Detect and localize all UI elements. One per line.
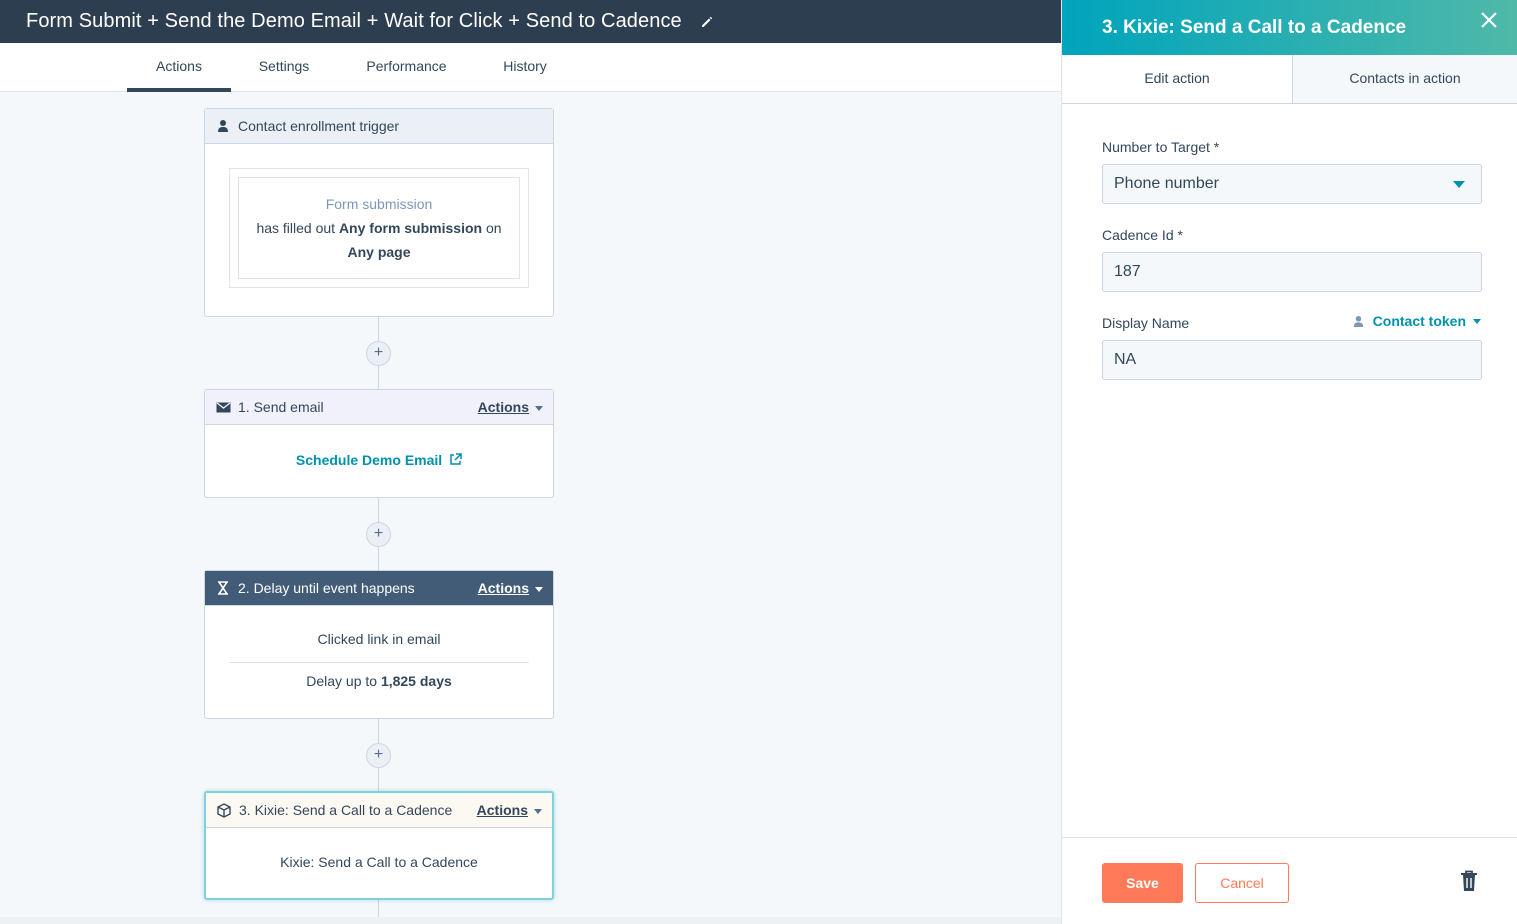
add-action-button[interactable]: + [366,522,391,547]
card-header: 2. Delay until event happens Actions [205,571,553,606]
caret-down-icon [534,808,542,814]
filter-line-2: Any page [249,240,509,264]
tab-actions[interactable]: Actions [127,43,231,92]
filter-value: Any page [347,244,411,260]
card-body: Clicked link in email Delay up to 1,825 … [205,606,553,689]
email-link[interactable]: Schedule Demo Email [296,452,462,468]
workflow-header: Form Submit + Send the Demo Email + Wait… [0,0,1061,43]
contact-icon [215,118,231,134]
divider [229,662,529,663]
add-action-button[interactable]: + [366,341,391,366]
tab-history[interactable]: History [491,43,559,92]
delay-value: 1,825 days [380,673,452,689]
contact-icon [1353,315,1363,327]
send-email-card[interactable]: 1. Send email Actions Schedule Demo Emai… [204,389,554,498]
number-to-target-select[interactable]: Phone number [1102,164,1482,204]
number-to-target-label: Number to Target * [1102,139,1220,155]
add-action-button[interactable]: + [366,743,391,768]
panel-title: 3. Kixie: Send a Call to a Cadence [1102,16,1407,38]
card-title: 3. Kixie: Send a Call to a Cadence [239,802,453,818]
contact-token-dropdown[interactable]: Contact token [1353,313,1481,329]
actions-label: Actions [476,802,528,818]
trigger-filter-outer: Form submission has filled out Any form … [229,168,529,288]
trigger-filter[interactable]: Form submission has filled out Any form … [238,177,520,279]
card-header: 3. Kixie: Send a Call to a Cadence Actio… [206,793,552,828]
panel-header: 3. Kixie: Send a Call to a Cadence [1062,0,1517,55]
card-header: 1. Send email Actions [205,390,553,425]
external-link-icon [450,453,462,465]
caret-down-icon [535,586,543,592]
pencil-icon[interactable] [700,15,714,29]
card-title: 1. Send email [238,399,324,415]
enrollment-trigger-card[interactable]: Contact enrollment trigger Form submissi… [204,108,554,317]
workflow-title[interactable]: Form Submit + Send the Demo Email + Wait… [26,10,682,33]
actions-label: Actions [477,399,529,415]
envelope-icon [215,399,231,415]
edit-action-panel: 3. Kixie: Send a Call to a Cadence Edit … [1061,0,1517,924]
panel-footer: Save Cancel [1062,837,1517,924]
filter-text: has filled out [256,220,336,236]
display-name-input[interactable]: NA [1102,340,1482,380]
horizontal-scrollbar[interactable] [0,917,1061,924]
caret-down-icon [535,405,543,411]
delay-text: Delay up to [306,673,378,689]
tab-contacts-in-action[interactable]: Contacts in action [1293,55,1517,103]
delay-card[interactable]: 2. Delay until event happens Actions Cli… [204,570,554,719]
actions-dropdown[interactable]: Actions [477,802,542,818]
cube-icon [216,802,232,818]
filter-line-1: has filled out Any form submission on [249,216,509,240]
tab-settings[interactable]: Settings [243,43,325,92]
card-body: Schedule Demo Email [205,425,553,468]
filter-value: Any form submission [338,220,483,236]
delay-duration: Delay up to 1,825 days [229,673,529,689]
tab-edit-action[interactable]: Edit action [1062,55,1293,103]
card-title: Contact enrollment trigger [238,118,400,134]
caret-down-icon [1473,318,1481,324]
trash-icon[interactable] [1460,870,1478,892]
card-body: Kixie: Send a Call to a Cadence [280,854,478,870]
actions-label: Actions [477,580,529,596]
cadence-id-input[interactable]: 187 [1102,252,1482,292]
card-title: 2. Delay until event happens [238,580,415,596]
filter-text: on [485,220,502,236]
display-name-label: Display Name [1102,315,1190,331]
cadence-id-label: Cadence Id * [1102,227,1183,243]
card-header: Contact enrollment trigger [205,109,553,144]
panel-tabs: Edit action Contacts in action [1062,55,1517,104]
actions-dropdown[interactable]: Actions [478,580,543,596]
delay-event: Clicked link in email [317,631,441,647]
contact-token-label: Contact token [1372,313,1466,329]
save-button[interactable]: Save [1102,863,1183,903]
hourglass-icon [215,580,231,596]
workflow-canvas: + + + Contact enrollment trigger Form su… [0,92,1061,924]
close-icon[interactable] [1479,10,1499,30]
filter-type: Form submission [325,196,433,212]
email-link-label: Schedule Demo Email [295,452,443,468]
kixie-cadence-card[interactable]: 3. Kixie: Send a Call to a Cadence Actio… [204,791,554,900]
actions-dropdown[interactable]: Actions [478,399,543,415]
dropdown-arrow-icon [1453,181,1465,188]
tab-performance[interactable]: Performance [351,43,462,92]
workflow-tabs: Actions Settings Performance History [0,43,1061,92]
number-to-target-value: Phone number [1114,175,1219,192]
cancel-button[interactable]: Cancel [1195,863,1289,903]
